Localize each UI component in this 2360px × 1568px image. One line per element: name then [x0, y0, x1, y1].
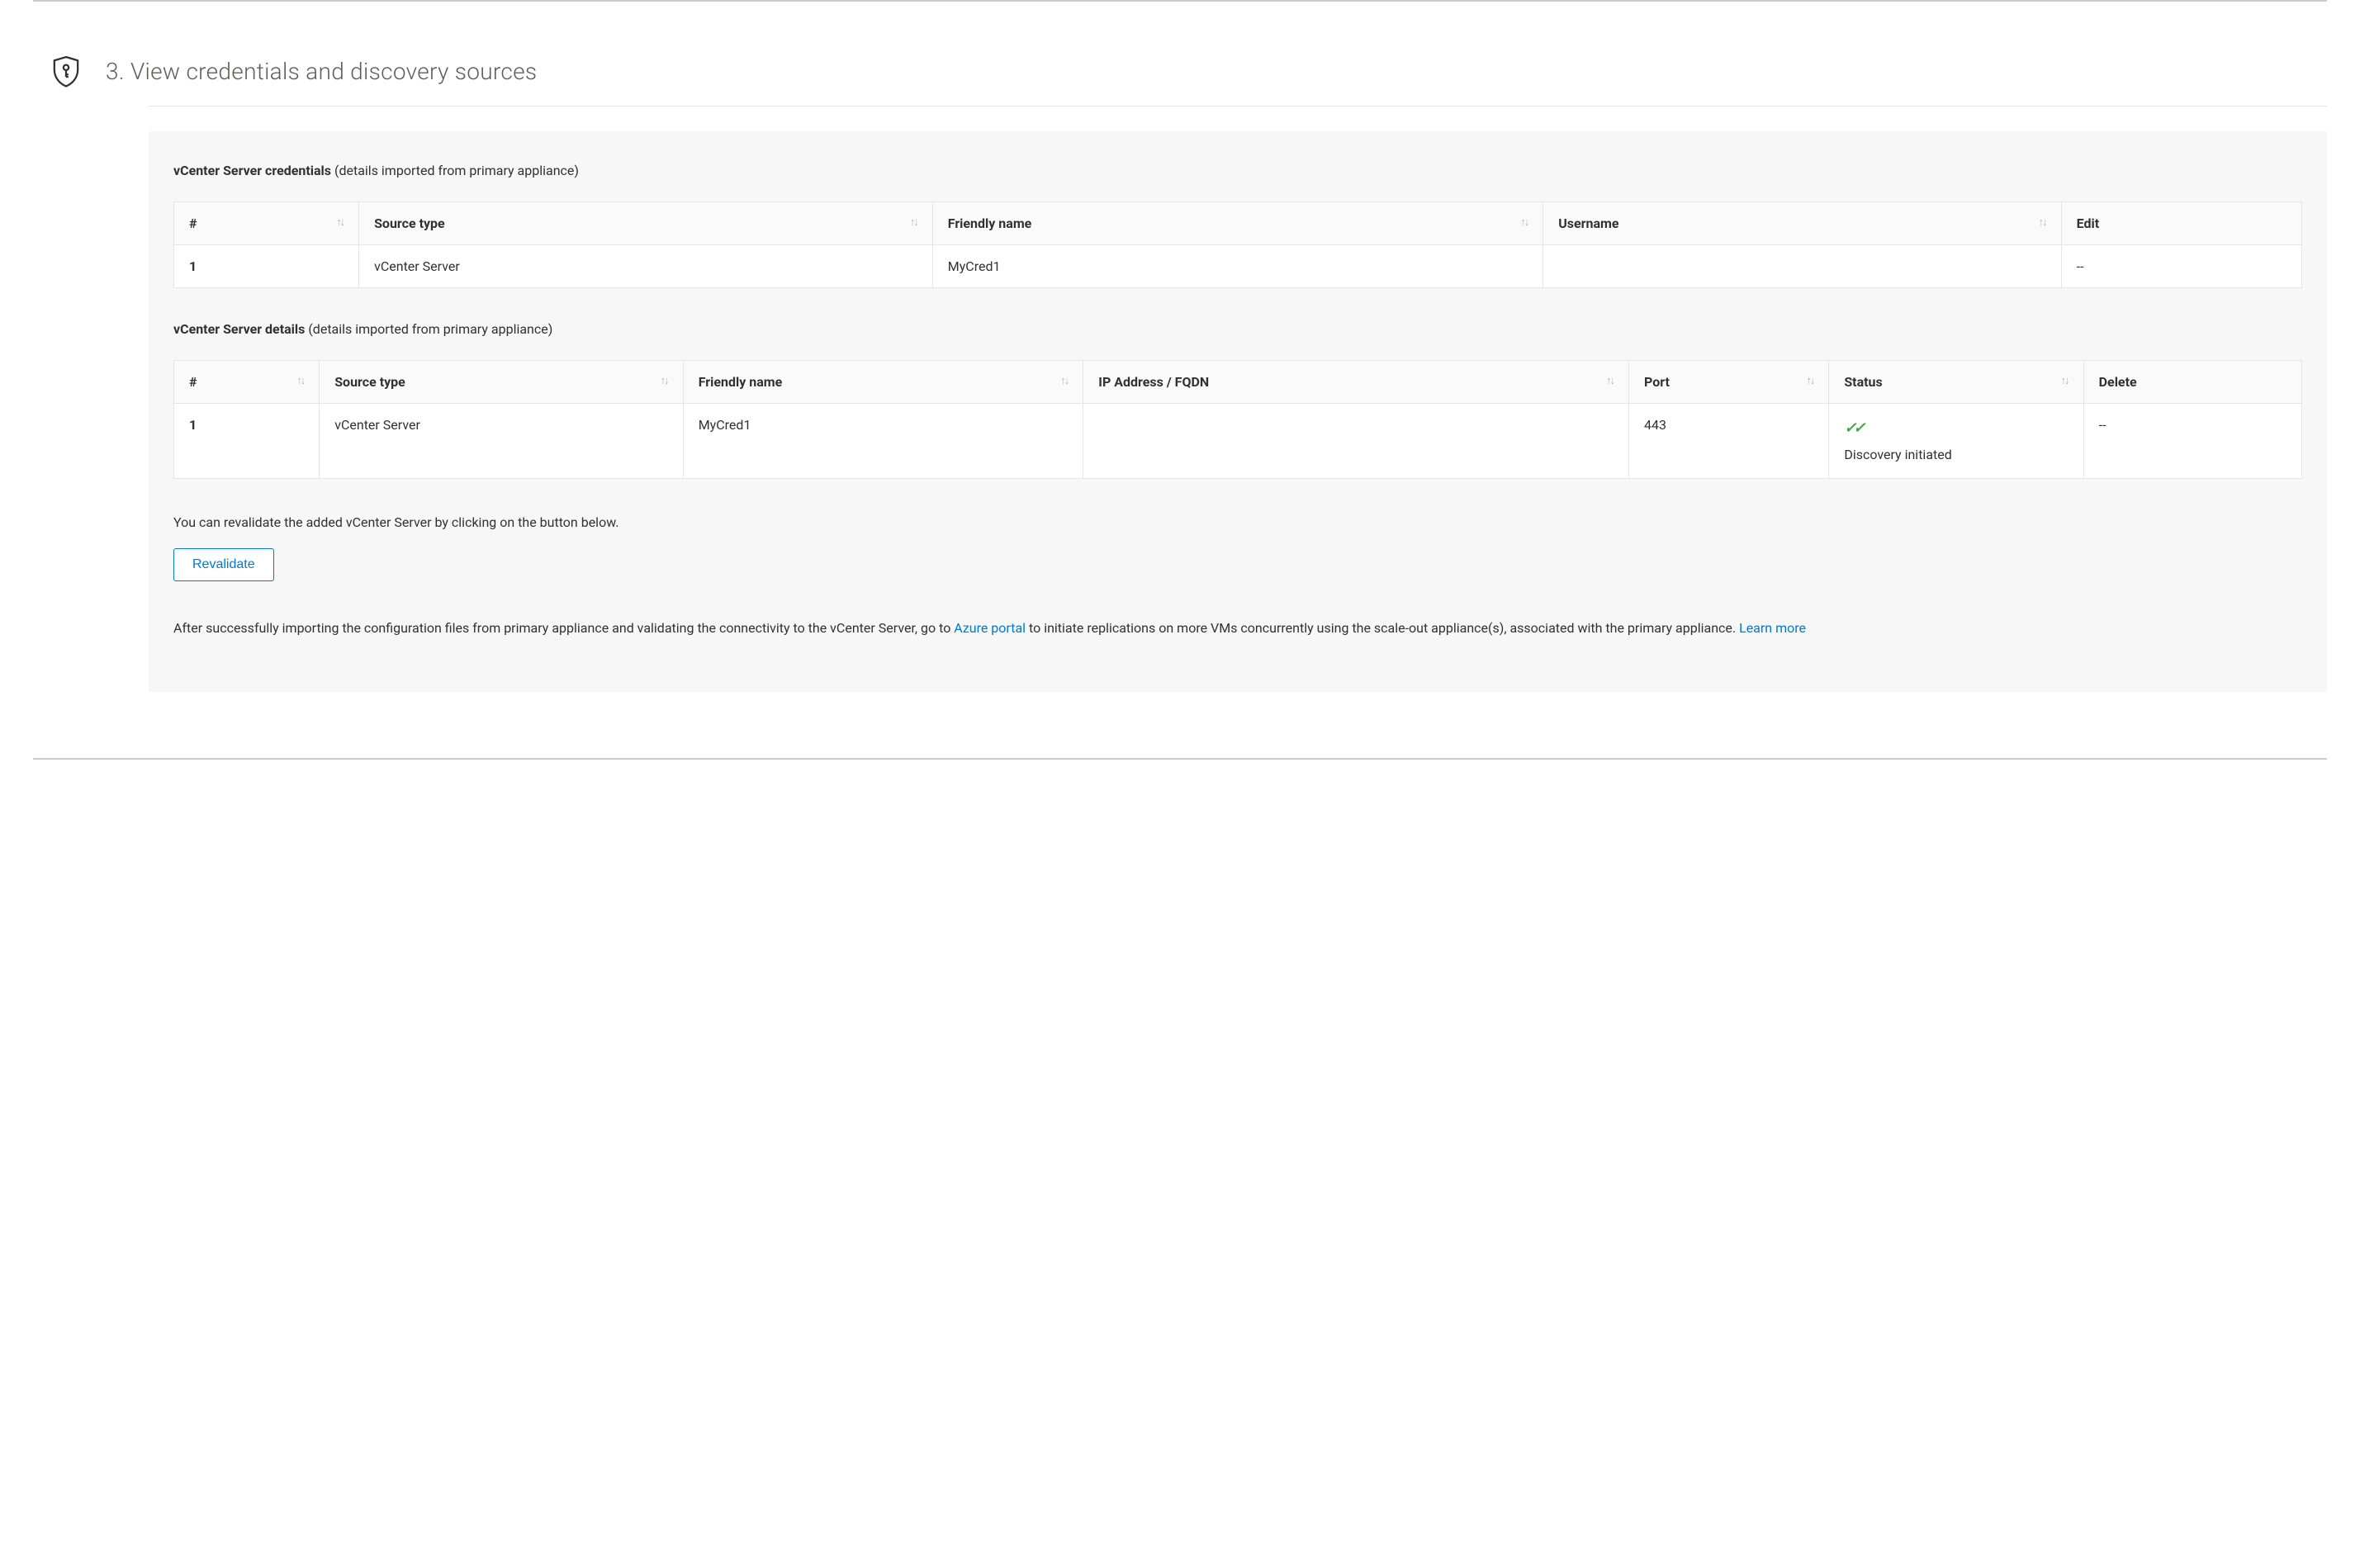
- divider-under-title: [149, 106, 2327, 107]
- status-text: Discovery initiated: [1844, 447, 1951, 462]
- cell-edit: --: [2061, 245, 2301, 288]
- credentials-table: # ↑↓ Source type ↑↓ Friendly name ↑↓ Use…: [173, 201, 2302, 288]
- col-header-friendly-name[interactable]: Friendly name ↑↓: [932, 202, 1543, 245]
- table-row: 1 vCenter Server MyCred1 --: [174, 245, 2302, 288]
- cell-friendly-name: MyCred1: [932, 245, 1543, 288]
- sort-icon[interactable]: ↑↓: [1060, 374, 1068, 387]
- table-row: 1 vCenter Server MyCred1 443 ✓✓ Discover…: [174, 404, 2302, 479]
- cell-delete: --: [2083, 404, 2301, 479]
- details-heading-note: (details imported from primary appliance…: [305, 321, 552, 337]
- table-header-row: # ↑↓ Source type ↑↓ Friendly name ↑↓ IP …: [174, 361, 2302, 404]
- azure-portal-link[interactable]: Azure portal: [954, 620, 1026, 636]
- credentials-heading-note: (details imported from primary appliance…: [331, 163, 579, 178]
- cell-num: 1: [174, 245, 359, 288]
- cell-username: [1543, 245, 2061, 288]
- cell-source-type: vCenter Server: [359, 245, 933, 288]
- col-header-edit: Edit: [2061, 202, 2301, 245]
- sort-icon[interactable]: ↑↓: [2039, 216, 2046, 229]
- sort-icon[interactable]: ↑↓: [1520, 216, 1528, 229]
- divider-top: [33, 0, 2327, 2]
- cell-status: ✓✓ Discovery initiated: [1829, 404, 2083, 479]
- sort-icon[interactable]: ↑↓: [2061, 374, 2069, 387]
- revalidate-text: You can revalidate the added vCenter Ser…: [173, 512, 2302, 533]
- section-header: 3. View credentials and discovery source…: [33, 41, 2327, 106]
- footer-text: After successfully importing the configu…: [173, 618, 2302, 639]
- sort-icon[interactable]: ↑↓: [296, 374, 304, 387]
- learn-more-link[interactable]: Learn more: [1739, 620, 1806, 636]
- sort-icon[interactable]: ↑↓: [1806, 374, 1813, 387]
- credentials-heading: vCenter Server credentials (details impo…: [173, 163, 2302, 178]
- cell-source-type: vCenter Server: [320, 404, 684, 479]
- sort-icon[interactable]: ↑↓: [910, 216, 917, 229]
- divider-bottom: [33, 758, 2327, 760]
- cell-friendly-name: MyCred1: [683, 404, 1083, 479]
- col-header-source-type[interactable]: Source type ↑↓: [359, 202, 933, 245]
- col-header-friendly-name[interactable]: Friendly name ↑↓: [683, 361, 1083, 404]
- col-header-source-type[interactable]: Source type ↑↓: [320, 361, 684, 404]
- credentials-heading-bold: vCenter Server credentials: [173, 163, 331, 178]
- sort-icon[interactable]: ↑↓: [1606, 374, 1614, 387]
- col-header-status[interactable]: Status ↑↓: [1829, 361, 2083, 404]
- cell-num: 1: [174, 404, 320, 479]
- details-table: # ↑↓ Source type ↑↓ Friendly name ↑↓ IP …: [173, 360, 2302, 479]
- col-header-username[interactable]: Username ↑↓: [1543, 202, 2061, 245]
- col-header-num[interactable]: # ↑↓: [174, 361, 320, 404]
- sort-icon[interactable]: ↑↓: [336, 216, 344, 229]
- content-panel: vCenter Server credentials (details impo…: [149, 131, 2327, 692]
- shield-key-icon: [50, 54, 83, 88]
- details-heading: vCenter Server details (details imported…: [173, 321, 2302, 337]
- col-header-ip[interactable]: IP Address / FQDN ↑↓: [1083, 361, 1629, 404]
- col-header-num[interactable]: # ↑↓: [174, 202, 359, 245]
- col-header-delete: Delete: [2083, 361, 2301, 404]
- table-header-row: # ↑↓ Source type ↑↓ Friendly name ↑↓ Use…: [174, 202, 2302, 245]
- cell-port: 443: [1629, 404, 1829, 479]
- sort-icon[interactable]: ↑↓: [661, 374, 668, 387]
- details-heading-bold: vCenter Server details: [173, 321, 305, 337]
- revalidate-button[interactable]: Revalidate: [173, 548, 274, 581]
- col-header-port[interactable]: Port ↑↓: [1629, 361, 1829, 404]
- section-title: 3. View credentials and discovery source…: [106, 58, 537, 85]
- cell-ip: [1083, 404, 1629, 479]
- check-icon: ✓✓: [1844, 417, 1862, 441]
